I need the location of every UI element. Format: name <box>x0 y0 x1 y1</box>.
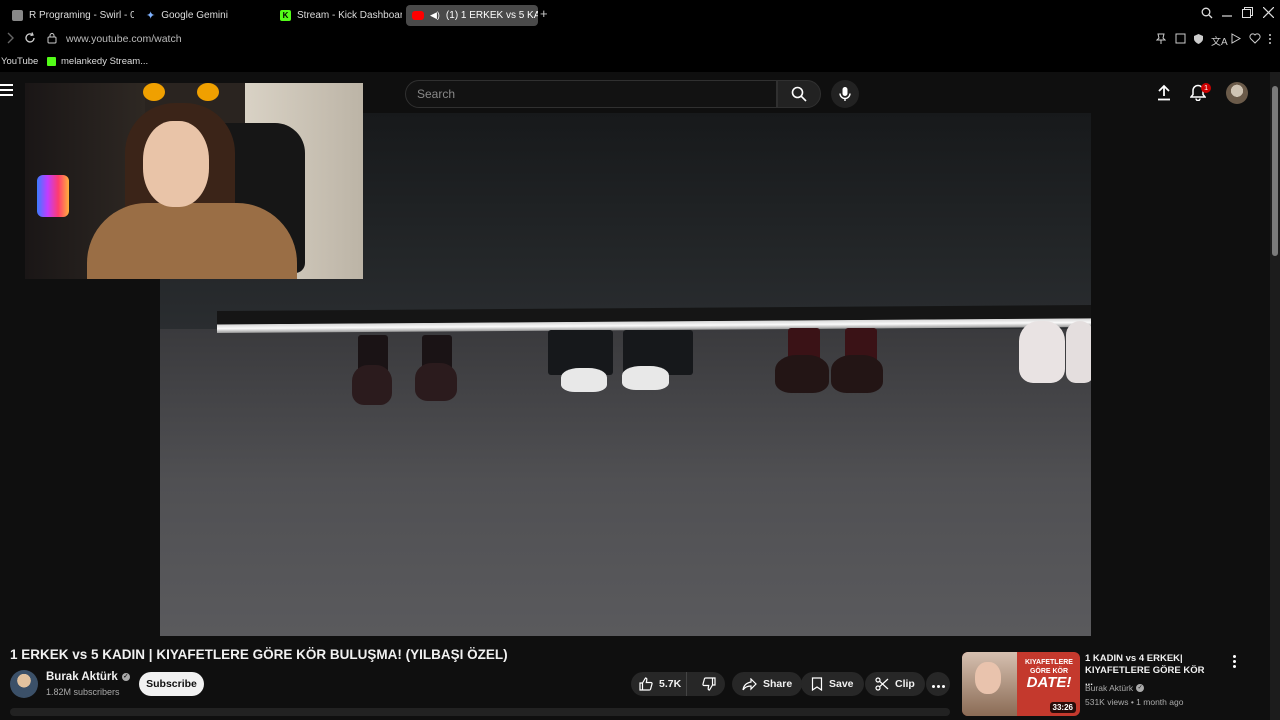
bookmarks-bar: YouTube melankedy Stream... <box>0 52 1280 72</box>
share-icon <box>742 677 757 690</box>
minimize-icon[interactable] <box>1222 4 1232 21</box>
streamer-face <box>143 121 209 207</box>
headband-ornament <box>197 83 219 101</box>
tab-r-programming[interactable]: R Programing - Swirl - 03. <box>6 5 134 26</box>
save-label: Save <box>829 678 854 690</box>
page-scrollbar[interactable] <box>1270 72 1280 720</box>
bookmark-label: melankedy Stream... <box>61 56 149 67</box>
browser-tab-bar: R Programing - Swirl - 03. ✦ Google Gemi… <box>0 0 1280 30</box>
video-frame-boot <box>1019 321 1065 383</box>
close-icon[interactable] <box>1262 6 1275 21</box>
video-frame-shoe <box>775 355 829 393</box>
video-frame-shoe <box>415 363 457 401</box>
bookmark-youtube[interactable]: YouTube <box>1 56 38 67</box>
bookmark-melankedy-stream[interactable]: melankedy Stream... <box>47 56 148 67</box>
webcam-overlay <box>25 83 363 279</box>
recommended-channel-label: Burak Aktürk <box>1085 683 1134 693</box>
recommended-thumbnail[interactable]: KIYAFETLERE GÖRE KÖR DATE! 33:26 <box>962 652 1080 716</box>
subscriber-count: 1.82M subscribers <box>46 687 120 697</box>
video-frame-shoe <box>561 368 607 392</box>
bookmark-label: YouTube <box>1 56 39 67</box>
thumbnail-headline: DATE! <box>1026 674 1072 691</box>
forward-icon[interactable] <box>7 32 15 47</box>
headband-ornament <box>143 83 165 101</box>
mic-icon <box>839 87 851 101</box>
youtube-icon <box>412 11 424 20</box>
notification-badge: 1 <box>1201 83 1212 93</box>
clip-label: Clip <box>895 678 915 690</box>
tab-google-gemini[interactable]: ✦ Google Gemini <box>140 5 270 26</box>
video-frame-shoe <box>352 365 392 405</box>
upload-icon[interactable] <box>1157 84 1171 106</box>
search-field[interactable] <box>405 80 777 108</box>
speaker-icon: ◀) <box>430 10 440 20</box>
channel-name[interactable]: Burak Aktürk ✓ <box>46 671 130 683</box>
like-dislike-group: 5.7K <box>631 672 725 696</box>
url-field[interactable]: www.youtube.com/watch <box>66 33 182 45</box>
like-count: 5.7K <box>659 678 682 690</box>
subscribe-button[interactable]: Subscribe <box>139 672 204 696</box>
gemini-icon: ✦ <box>146 10 156 22</box>
scissors-icon <box>875 677 889 691</box>
rgb-lamp <box>37 175 69 217</box>
avatar[interactable] <box>1226 82 1248 104</box>
clip-button[interactable]: Clip <box>865 672 925 696</box>
more-menu-icon[interactable] <box>1268 33 1272 48</box>
share-label: Share <box>763 678 793 690</box>
search-icon <box>791 86 807 102</box>
tab-label: Stream - Kick Dashboard <box>297 10 402 21</box>
page-icon <box>12 10 23 21</box>
kick-icon: K <box>280 10 291 21</box>
search-tabs-icon[interactable] <box>1201 7 1213 22</box>
shield-icon[interactable] <box>1193 33 1204 48</box>
tab-kick-dashboard[interactable]: K Stream - Kick Dashboard <box>274 5 402 26</box>
share-button[interactable]: Share <box>732 672 803 696</box>
channel-name-label: Burak Aktürk <box>46 671 118 683</box>
streamer-body <box>87 203 297 279</box>
address-bar: www.youtube.com/watch 文A <box>0 30 1280 52</box>
search-input[interactable] <box>406 81 776 107</box>
voice-search-button[interactable] <box>831 80 859 108</box>
menu-icon[interactable] <box>0 84 13 96</box>
recommended-menu-icon[interactable] <box>1232 655 1238 669</box>
heart-icon[interactable] <box>1249 33 1261 47</box>
tab-label: R Programing - Swirl - 03. <box>29 10 134 21</box>
thumbnail-face <box>975 662 1001 694</box>
tab-label: (1) 1 ERKEK vs 5 KADIN <box>445 10 538 21</box>
verified-icon: ✓ <box>121 673 130 681</box>
video-frame-shoe <box>622 366 669 390</box>
lock-icon[interactable] <box>47 32 57 47</box>
play-icon[interactable] <box>1231 33 1242 47</box>
tab-label: Google Gemini <box>161 10 228 21</box>
screenshot-icon[interactable] <box>1175 33 1186 47</box>
dislike-button[interactable] <box>693 672 725 696</box>
kick-icon <box>47 57 56 66</box>
video-frame-shoe <box>831 355 883 393</box>
thumbs-down-icon <box>702 677 716 691</box>
restore-icon[interactable] <box>1242 7 1253 21</box>
recommended-meta: 531K views • 1 month ago <box>1085 697 1184 707</box>
video-frame-boot <box>1066 321 1091 383</box>
save-button[interactable]: Save <box>801 672 864 696</box>
translate-icon[interactable]: 文A <box>1211 33 1228 48</box>
new-tab-button[interactable]: + <box>540 6 548 21</box>
scrollbar-thumb[interactable] <box>1272 86 1278 256</box>
like-button[interactable]: 5.7K <box>631 672 688 696</box>
description-box-edge <box>10 708 950 716</box>
verified-icon: ✓ <box>1136 684 1145 692</box>
save-icon <box>811 677 823 691</box>
thumbs-up-icon <box>639 677 653 691</box>
video-title: 1 ERKEK vs 5 KADIN | KIYAFETLERE GÖRE KÖ… <box>10 647 508 662</box>
more-actions-button[interactable] <box>926 672 950 696</box>
pin-icon[interactable] <box>1155 33 1167 48</box>
reload-icon[interactable] <box>24 32 36 47</box>
recommended-channel[interactable]: Burak Aktürk ✓ <box>1085 683 1145 693</box>
channel-avatar[interactable] <box>10 670 38 698</box>
tab-youtube-active[interactable]: ◀) (1) 1 ERKEK vs 5 KADIN <box>406 5 538 26</box>
search-button[interactable] <box>777 80 821 108</box>
more-horizontal-icon <box>931 675 946 693</box>
video-duration: 33:26 <box>1049 702 1076 713</box>
